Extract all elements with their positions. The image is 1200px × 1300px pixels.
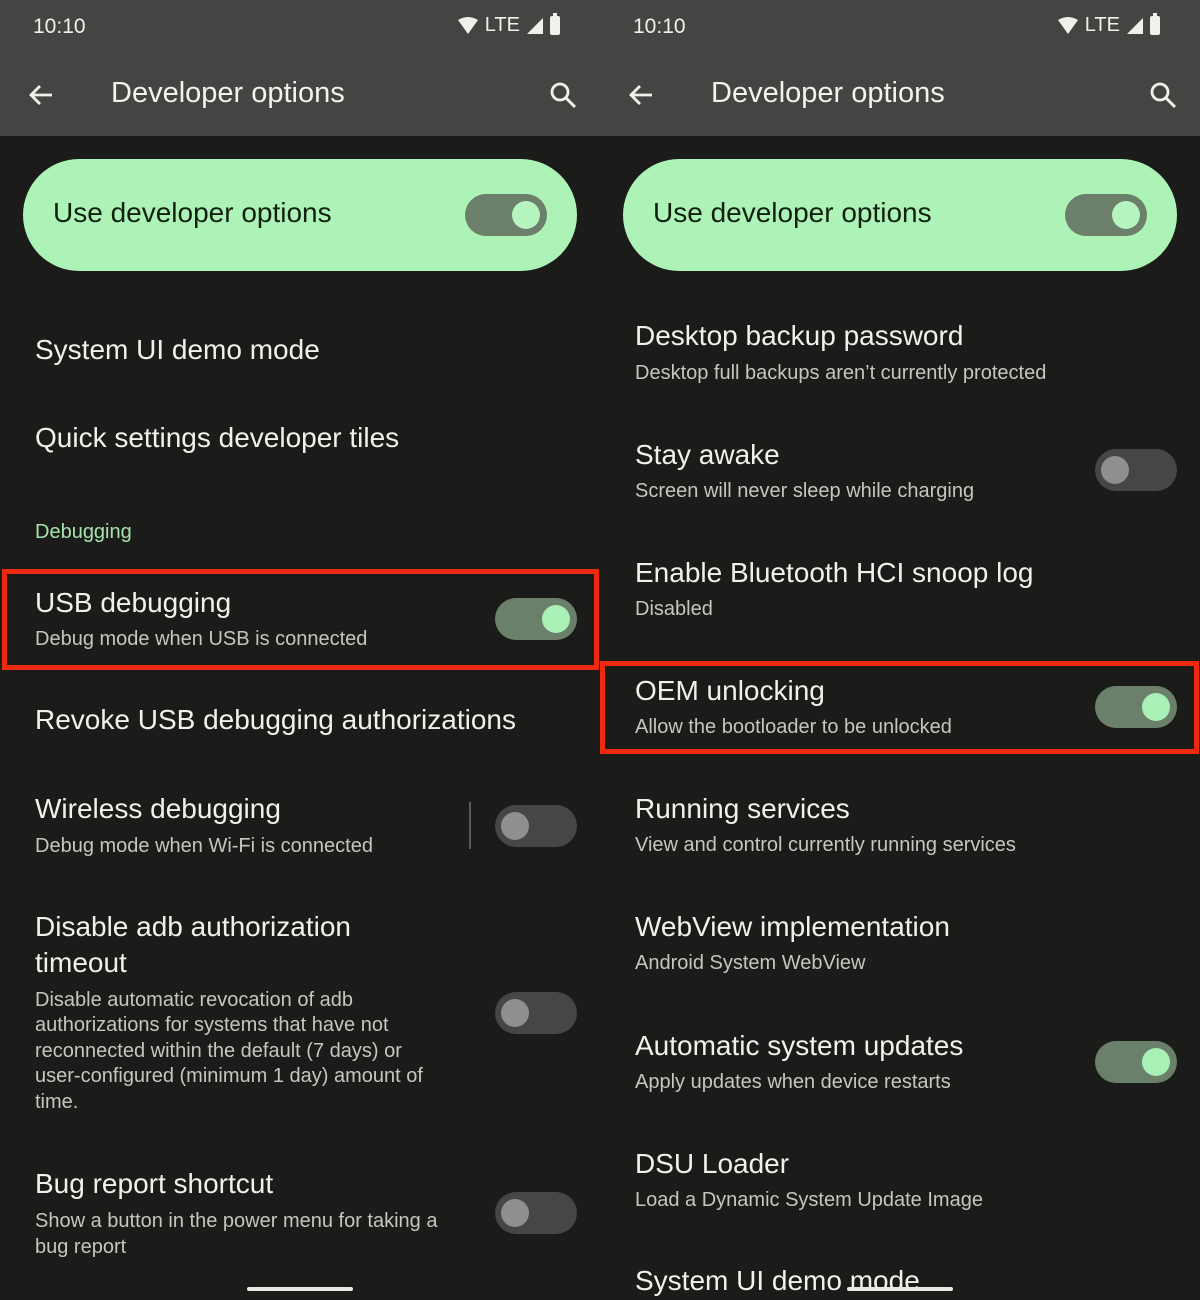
left-screen: 10:10 LTE Developer options Use develope… <box>0 0 600 1300</box>
back-arrow-icon[interactable] <box>626 80 656 110</box>
item-subtitle: Load a Dynamic System Update Image <box>635 1189 983 1211</box>
item-title-line1: Disable adb authorization <box>35 911 351 942</box>
item-title: System UI demo mode <box>635 1265 920 1296</box>
switch-thumb <box>501 1199 529 1227</box>
switch-thumb <box>512 201 540 229</box>
item-title: Automatic system updates <box>635 1030 964 1061</box>
divider <box>469 802 471 849</box>
list-item-running-services[interactable]: Running services View and control curren… <box>600 790 1200 870</box>
item-subtitle: Screen will never sleep while charging <box>635 480 975 502</box>
item-subtitle-line5: time. <box>35 1091 79 1113</box>
section-header-debugging: Debugging <box>35 521 132 543</box>
list-item-system-ui-demo-mode[interactable]: System UI demo mode <box>0 330 600 390</box>
list-item-dsu-loader[interactable]: DSU Loader Load a Dynamic System Update … <box>600 1145 1200 1225</box>
bug-report-shortcut-switch[interactable] <box>495 1192 577 1234</box>
list-item-automatic-system-updates[interactable]: Automatic system updates Apply updates w… <box>600 1027 1200 1107</box>
item-title: Bug report shortcut <box>35 1168 274 1199</box>
use-developer-options-card[interactable]: Use developer options <box>623 159 1177 271</box>
use-developer-options-switch[interactable] <box>1065 194 1147 236</box>
battery-icon <box>1150 13 1160 35</box>
list-item-quick-settings-tiles[interactable]: Quick settings developer tiles <box>0 420 600 480</box>
use-developer-options-card[interactable]: Use developer options <box>23 159 577 271</box>
item-subtitle-line2: authorizations for systems that have not <box>35 1014 389 1036</box>
item-title: Wireless debugging <box>35 793 281 824</box>
item-subtitle: Apply updates when device restarts <box>635 1071 951 1093</box>
item-title-line2: timeout <box>35 947 127 978</box>
wireless-debugging-switch[interactable] <box>495 805 577 847</box>
network-label: LTE <box>1084 14 1120 36</box>
highlight-box-usb-debugging <box>2 569 599 670</box>
back-arrow-icon[interactable] <box>26 80 56 110</box>
stay-awake-switch[interactable] <box>1095 449 1177 491</box>
status-time: 10:10 <box>633 15 686 38</box>
switch-thumb <box>1101 456 1129 484</box>
item-title: Quick settings developer tiles <box>35 422 400 453</box>
gesture-nav-handle[interactable] <box>847 1287 953 1291</box>
list-item-wireless-debugging[interactable]: Wireless debugging Debug mode when Wi-Fi… <box>0 790 600 870</box>
list-item-bluetooth-hci-snoop-log[interactable]: Enable Bluetooth HCI snoop log Disabled <box>600 554 1200 634</box>
wifi-icon <box>457 16 478 34</box>
network-label: LTE <box>484 14 520 36</box>
item-title: Stay awake <box>635 439 780 470</box>
item-subtitle-line2: bug report <box>35 1236 127 1258</box>
use-developer-options-switch[interactable] <box>465 194 547 236</box>
item-subtitle: Debug mode when Wi-Fi is connected <box>35 835 373 857</box>
list-item-webview-implementation[interactable]: WebView implementation Android System We… <box>600 909 1200 989</box>
item-subtitle: Disabled <box>635 598 713 620</box>
search-icon[interactable] <box>548 80 578 110</box>
highlight-box-oem-unlocking <box>600 661 1199 754</box>
status-icons: LTE <box>457 13 560 37</box>
disable-adb-timeout-switch[interactable] <box>495 992 577 1034</box>
signal-icon <box>1127 17 1143 34</box>
list-item-desktop-backup-password[interactable]: Desktop backup password Desktop full bac… <box>600 318 1200 398</box>
top-bar: 10:10 LTE Developer options <box>600 0 1200 136</box>
switch-thumb <box>501 999 529 1027</box>
list-item-revoke-usb-authorizations[interactable]: Revoke USB debugging authorizations <box>0 700 600 760</box>
switch-thumb <box>501 812 529 840</box>
use-developer-options-label: Use developer options <box>653 197 932 228</box>
item-subtitle-line1: Show a button in the power menu for taki… <box>35 1210 438 1232</box>
page-title: Developer options <box>711 77 945 109</box>
item-subtitle: Android System WebView <box>635 952 866 974</box>
status-time: 10:10 <box>33 15 86 38</box>
status-icons: LTE <box>1057 13 1160 37</box>
switch-thumb <box>1112 201 1140 229</box>
use-developer-options-label: Use developer options <box>53 197 332 228</box>
item-subtitle-line4: user-configured (minimum 1 day) amount o… <box>35 1065 423 1087</box>
battery-icon <box>550 13 560 35</box>
wifi-icon <box>1057 16 1078 34</box>
list-item-stay-awake[interactable]: Stay awake Screen will never sleep while… <box>600 436 1200 516</box>
item-subtitle-line1: Disable automatic revocation of adb <box>35 989 353 1011</box>
page-title: Developer options <box>111 77 345 109</box>
item-subtitle-line3: reconnected within the default (7 days) … <box>35 1040 402 1062</box>
switch-thumb <box>1142 1048 1170 1076</box>
item-title: Revoke USB debugging authorizations <box>35 704 516 735</box>
list-item-disable-adb-timeout[interactable]: Disable adb authorization timeout Disabl… <box>0 908 600 1118</box>
right-screen: 10:10 LTE Developer options Use develope… <box>600 0 1200 1300</box>
item-title: DSU Loader <box>635 1148 790 1179</box>
list-item-bug-report-shortcut[interactable]: Bug report shortcut Show a button in the… <box>0 1165 600 1265</box>
gesture-nav-handle[interactable] <box>247 1287 353 1291</box>
item-title: WebView implementation <box>635 911 950 942</box>
item-title: System UI demo mode <box>35 334 320 365</box>
item-subtitle: View and control currently running servi… <box>635 834 1016 856</box>
search-icon[interactable] <box>1148 80 1178 110</box>
list-item-system-ui-demo-mode[interactable]: System UI demo mode <box>600 1262 1200 1300</box>
item-subtitle: Desktop full backups aren’t currently pr… <box>635 362 1047 384</box>
signal-icon <box>527 17 543 34</box>
item-title: Running services <box>635 793 850 824</box>
item-title: Desktop backup password <box>635 320 964 351</box>
item-title: Enable Bluetooth HCI snoop log <box>635 557 1034 588</box>
automatic-system-updates-switch[interactable] <box>1095 1041 1177 1083</box>
top-bar: 10:10 LTE Developer options <box>0 0 600 136</box>
